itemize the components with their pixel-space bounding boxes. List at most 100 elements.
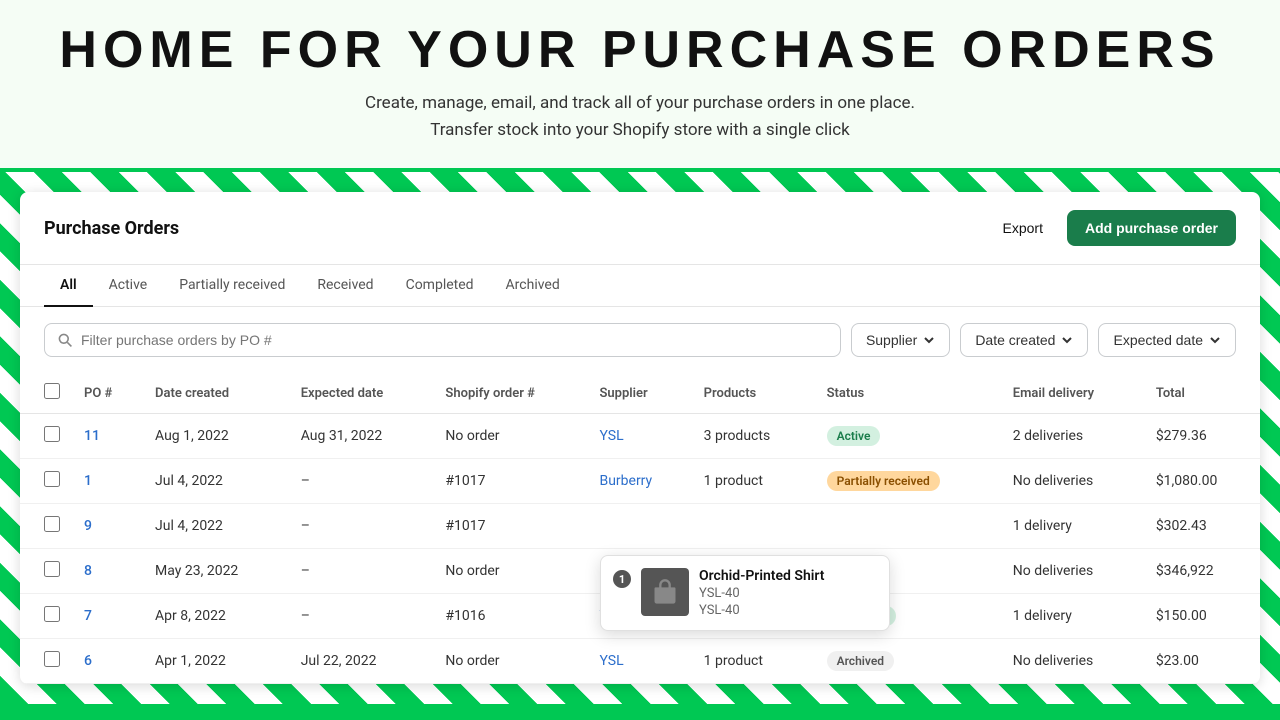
shopify-order-cell: No order bbox=[433, 414, 587, 459]
tab-partially-received[interactable]: Partially received bbox=[163, 265, 301, 307]
supplier-cell: YSL bbox=[587, 639, 691, 684]
date-created-cell: Aug 1, 2022 bbox=[143, 414, 289, 459]
supplier-cell bbox=[587, 504, 691, 549]
email-delivery-cell: 2 deliveries bbox=[1001, 414, 1144, 459]
col-shopify-order: Shopify order # bbox=[433, 373, 587, 414]
tab-active[interactable]: Active bbox=[93, 265, 164, 307]
tooltip-badge: 1 bbox=[613, 570, 631, 588]
shopify-order-cell: #1016 bbox=[433, 594, 587, 639]
row-checkbox[interactable] bbox=[44, 471, 60, 487]
table-row: 6 Apr 1, 2022 Jul 22, 2022 No order YSL … bbox=[20, 639, 1260, 684]
tooltip-sku2: YSL-40 bbox=[699, 603, 824, 618]
date-created-cell: May 23, 2022 bbox=[143, 549, 289, 594]
total-cell: $23.00 bbox=[1144, 639, 1260, 684]
search-icon bbox=[57, 332, 73, 348]
expected-date-cell: – bbox=[289, 459, 434, 504]
expected-date-cell: – bbox=[289, 549, 434, 594]
shopify-order-cell: #1017 bbox=[433, 504, 587, 549]
status-cell: Partially received bbox=[815, 459, 1001, 504]
po-link[interactable]: 1 bbox=[84, 473, 92, 489]
total-cell: $150.00 bbox=[1144, 594, 1260, 639]
col-email-delivery: Email delivery bbox=[1001, 373, 1144, 414]
tooltip-product-image bbox=[641, 568, 689, 616]
table-header-row: PO # Date created Expected date Shopify … bbox=[20, 373, 1260, 414]
products-cell: 1 product bbox=[692, 639, 815, 684]
total-cell: $302.43 bbox=[1144, 504, 1260, 549]
po-link[interactable]: 8 bbox=[84, 563, 92, 579]
supplier-filter[interactable]: Supplier bbox=[851, 323, 950, 357]
products-cell: 1 product bbox=[692, 459, 815, 504]
po-link[interactable]: 9 bbox=[84, 518, 92, 534]
email-delivery-cell: 1 delivery bbox=[1001, 594, 1144, 639]
tab-received[interactable]: Received bbox=[301, 265, 389, 307]
col-status: Status bbox=[815, 373, 1001, 414]
orders-table: PO # Date created Expected date Shopify … bbox=[20, 373, 1260, 684]
col-po: PO # bbox=[72, 373, 143, 414]
products-cell: 3 products bbox=[692, 414, 815, 459]
col-date-created: Date created bbox=[143, 373, 289, 414]
row-checkbox[interactable] bbox=[44, 606, 60, 622]
email-delivery-cell: 1 delivery bbox=[1001, 504, 1144, 549]
tab-all[interactable]: All bbox=[44, 265, 93, 307]
expected-date-filter[interactable]: Expected date bbox=[1098, 323, 1236, 357]
hero-section: HOME FOR YOUR PURCHASE ORDERS Create, ma… bbox=[0, 0, 1280, 172]
status-cell bbox=[815, 504, 1001, 549]
status-badge: Partially received bbox=[827, 471, 940, 491]
row-checkbox[interactable] bbox=[44, 651, 60, 667]
expected-date-cell: Jul 22, 2022 bbox=[289, 639, 434, 684]
expected-date-cell: – bbox=[289, 504, 434, 549]
products-cell bbox=[692, 504, 815, 549]
chevron-down-icon bbox=[1209, 334, 1221, 346]
chevron-down-icon bbox=[1061, 334, 1073, 346]
date-created-cell: Jul 4, 2022 bbox=[143, 459, 289, 504]
add-purchase-order-button[interactable]: Add purchase order bbox=[1067, 210, 1236, 246]
col-products: Products bbox=[692, 373, 815, 414]
select-all-checkbox[interactable] bbox=[44, 383, 60, 399]
col-total: Total bbox=[1144, 373, 1260, 414]
expected-date-cell: Aug 31, 2022 bbox=[289, 414, 434, 459]
po-link[interactable]: 11 bbox=[84, 428, 100, 444]
tooltip-sku1: YSL-40 bbox=[699, 586, 824, 601]
email-delivery-cell: No deliveries bbox=[1001, 459, 1144, 504]
total-cell: $346,922 bbox=[1144, 549, 1260, 594]
shopify-order-cell: No order bbox=[433, 549, 587, 594]
supplier-link[interactable]: Burberry bbox=[599, 473, 652, 489]
product-tooltip: 1 Orchid-Printed Shirt YSL-40 YSL-40 bbox=[600, 555, 890, 631]
hero-title: HOME FOR YOUR PURCHASE ORDERS bbox=[40, 20, 1240, 80]
row-checkbox[interactable] bbox=[44, 516, 60, 532]
table-row: 9 Jul 4, 2022 – #1017 1 delivery $302.43 bbox=[20, 504, 1260, 549]
po-link[interactable]: 7 bbox=[84, 608, 92, 624]
search-wrapper bbox=[44, 323, 841, 357]
tab-completed[interactable]: Completed bbox=[390, 265, 490, 307]
panel-title: Purchase Orders bbox=[44, 218, 179, 239]
header-actions: Export Add purchase order bbox=[991, 210, 1237, 246]
shopify-order-cell: #1017 bbox=[433, 459, 587, 504]
col-expected-date: Expected date bbox=[289, 373, 434, 414]
status-cell: Active bbox=[815, 414, 1001, 459]
table-row: 1 Jul 4, 2022 – #1017 Burberry 1 product… bbox=[20, 459, 1260, 504]
supplier-cell: YSL bbox=[587, 414, 691, 459]
date-created-cell: Jul 4, 2022 bbox=[143, 504, 289, 549]
row-checkbox[interactable] bbox=[44, 561, 60, 577]
chevron-down-icon bbox=[923, 334, 935, 346]
status-cell: Archived bbox=[815, 639, 1001, 684]
col-supplier: Supplier bbox=[587, 373, 691, 414]
export-button[interactable]: Export bbox=[991, 212, 1055, 244]
row-checkbox[interactable] bbox=[44, 426, 60, 442]
email-delivery-cell: No deliveries bbox=[1001, 639, 1144, 684]
tab-bar: All Active Partially received Received C… bbox=[20, 265, 1260, 307]
supplier-cell: Burberry bbox=[587, 459, 691, 504]
status-badge: Active bbox=[827, 426, 881, 446]
hero-subtitle: Create, manage, email, and track all of … bbox=[40, 90, 1240, 144]
date-created-cell: Apr 8, 2022 bbox=[143, 594, 289, 639]
po-link[interactable]: 6 bbox=[84, 653, 92, 669]
status-badge: Archived bbox=[827, 651, 894, 671]
tooltip-product-info: Orchid-Printed Shirt YSL-40 YSL-40 bbox=[699, 568, 824, 618]
filters-row: Supplier Date created Expected date bbox=[20, 307, 1260, 373]
supplier-link[interactable]: YSL bbox=[599, 428, 623, 444]
supplier-link[interactable]: YSL bbox=[599, 653, 623, 669]
tab-archived[interactable]: Archived bbox=[490, 265, 576, 307]
search-input[interactable] bbox=[81, 332, 828, 348]
table-row: 11 Aug 1, 2022 Aug 31, 2022 No order YSL… bbox=[20, 414, 1260, 459]
date-created-filter[interactable]: Date created bbox=[960, 323, 1088, 357]
